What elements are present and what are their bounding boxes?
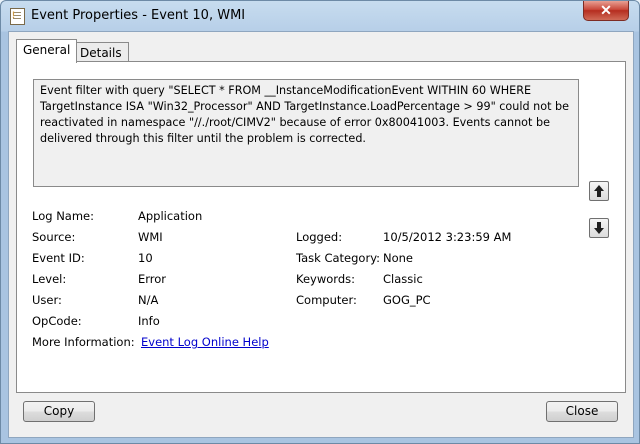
event-description[interactable]: Event filter with query "SELECT * FROM _… [33, 79, 579, 187]
logged-label: Logged: [296, 230, 343, 244]
window-title: Event Properties - Event 10, WMI [31, 8, 246, 23]
log-name-label: Log Name: [32, 209, 94, 223]
user-label: User: [32, 293, 62, 307]
source-value: WMI [138, 230, 163, 244]
event-log-online-help-link[interactable]: Event Log Online Help [141, 335, 269, 349]
window-close-button[interactable]: ✕ [583, 1, 629, 21]
title-bar[interactable]: Event Properties - Event 10, WMI ✕ [1, 1, 639, 31]
user-value: N/A [138, 293, 159, 307]
tab-general[interactable]: General [16, 39, 78, 63]
previous-event-button[interactable] [589, 181, 609, 201]
level-label: Level: [32, 272, 67, 286]
event-id-value: 10 [138, 251, 153, 265]
computer-value: GOG_PC [383, 293, 431, 307]
task-category-value: None [383, 251, 414, 265]
arrow-down-icon [594, 222, 604, 234]
task-category-label: Task Category: [296, 251, 381, 265]
arrow-up-icon [594, 185, 604, 197]
tab-details[interactable]: Details [73, 42, 129, 63]
level-value: Error [138, 272, 167, 286]
opcode-value: Info [138, 314, 160, 328]
copy-button[interactable]: Copy [23, 401, 95, 422]
log-name-value: Application [138, 209, 203, 223]
source-label: Source: [32, 230, 76, 244]
next-event-button[interactable] [589, 218, 609, 238]
computer-label: Computer: [296, 293, 357, 307]
logged-value: 10/5/2012 3:23:59 AM [383, 230, 512, 244]
event-properties-window: Event Properties - Event 10, WMI ✕ Gener… [0, 0, 640, 444]
close-button[interactable]: Close [546, 401, 618, 422]
dialog-client-area: General Details Event filter with query … [8, 31, 634, 438]
event-viewer-icon [10, 8, 25, 25]
keywords-label: Keywords: [296, 272, 355, 286]
opcode-label: OpCode: [32, 314, 82, 328]
keywords-value: Classic [383, 272, 423, 286]
event-id-label: Event ID: [32, 251, 85, 265]
more-information-label: More Information: [32, 335, 135, 349]
